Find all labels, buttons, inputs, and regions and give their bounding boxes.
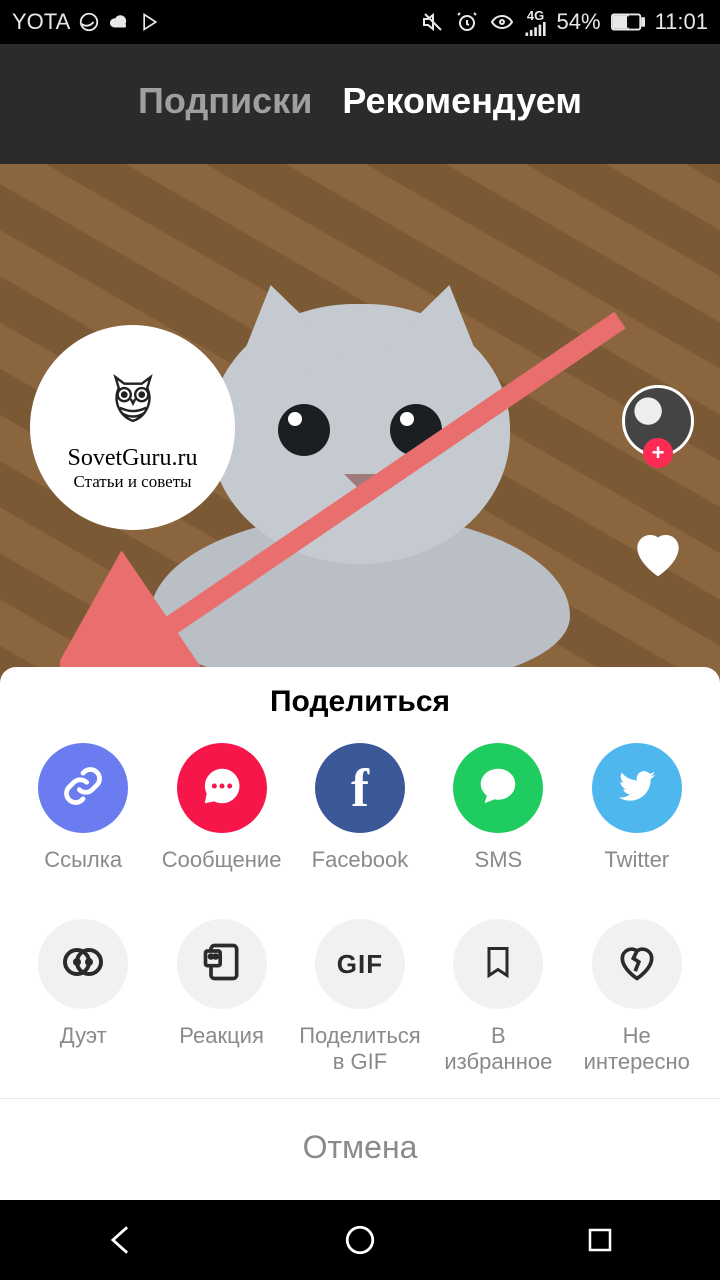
action-favorite-label: В избранное (444, 1023, 552, 1074)
facebook-icon: f (351, 761, 369, 815)
watermark-badge: SovetGuru.ru Статьи и советы (30, 325, 235, 530)
gif-icon: GIF (337, 949, 383, 980)
watermark-title: SovetGuru.ru (68, 445, 198, 472)
sms-icon (475, 763, 521, 814)
bookmark-icon (480, 940, 516, 989)
share-message-label: Сообщение (162, 847, 282, 895)
action-not-interested-label: Не интересно (584, 1023, 690, 1074)
clock-label: 11:01 (655, 9, 708, 35)
nav-home[interactable] (300, 1210, 420, 1270)
share-sheet: Поделиться Ссылка Сообщение (0, 667, 720, 1200)
share-facebook[interactable]: f Facebook (295, 743, 425, 895)
mute-icon (421, 10, 445, 34)
cloud-icon (108, 11, 132, 33)
tab-recommended[interactable]: Рекомендуем (342, 80, 582, 122)
eye-comfort-icon (489, 10, 515, 34)
share-row-secondary: Дуэт Реакция GIF Поделиться в GIF В избр… (0, 919, 720, 1098)
share-message[interactable]: Сообщение (157, 743, 287, 895)
android-navbar (0, 1200, 720, 1280)
network-type-label: 4G (527, 9, 544, 22)
tab-following[interactable]: Подписки (138, 80, 312, 122)
action-not-interested[interactable]: Не интересно (572, 919, 702, 1074)
twitter-icon (615, 764, 659, 813)
battery-percent: 54% (557, 9, 601, 35)
share-row-primary: Ссылка Сообщение f Facebook (0, 743, 720, 919)
action-duet-label: Дуэт (60, 1023, 107, 1071)
signal-icon (525, 22, 547, 36)
action-share-gif[interactable]: GIF Поделиться в GIF (295, 919, 425, 1074)
share-twitter-label: Twitter (604, 847, 669, 895)
action-share-gif-label: Поделиться в GIF (299, 1023, 420, 1074)
cancel-button[interactable]: Отмена (0, 1099, 720, 1200)
status-bar: YOTA 4G (0, 0, 720, 44)
play-store-icon (140, 11, 160, 33)
owl-icon (98, 364, 168, 439)
chat-icon (199, 763, 245, 814)
action-react-label: Реакция (179, 1023, 264, 1071)
heart-broken-icon (615, 940, 659, 989)
alarm-icon (455, 10, 479, 34)
battery-charging-icon (611, 13, 645, 31)
share-link-label: Ссылка (44, 847, 122, 895)
like-button[interactable] (622, 517, 694, 589)
duet-icon (59, 938, 107, 991)
feed-tabs: Подписки Рекомендуем (0, 80, 720, 122)
action-favorite[interactable]: В избранное (433, 919, 563, 1074)
share-sms-label: SMS (475, 847, 523, 895)
link-icon (61, 764, 105, 813)
carrier-label: YOTA (12, 9, 70, 35)
firefox-icon (78, 11, 100, 33)
watermark-subtitle: Статьи и советы (73, 472, 191, 492)
author-avatar[interactable]: + (622, 385, 694, 457)
share-link[interactable]: Ссылка (18, 743, 148, 895)
react-icon (200, 940, 244, 989)
action-react[interactable]: Реакция (157, 919, 287, 1074)
share-facebook-label: Facebook (312, 847, 409, 895)
follow-plus-icon[interactable]: + (643, 438, 673, 468)
action-duet[interactable]: Дуэт (18, 919, 148, 1074)
share-sms[interactable]: SMS (433, 743, 563, 895)
share-sheet-title: Поделиться (0, 685, 720, 719)
nav-recent[interactable] (540, 1210, 660, 1270)
share-twitter[interactable]: Twitter (572, 743, 702, 895)
nav-back[interactable] (60, 1210, 180, 1270)
